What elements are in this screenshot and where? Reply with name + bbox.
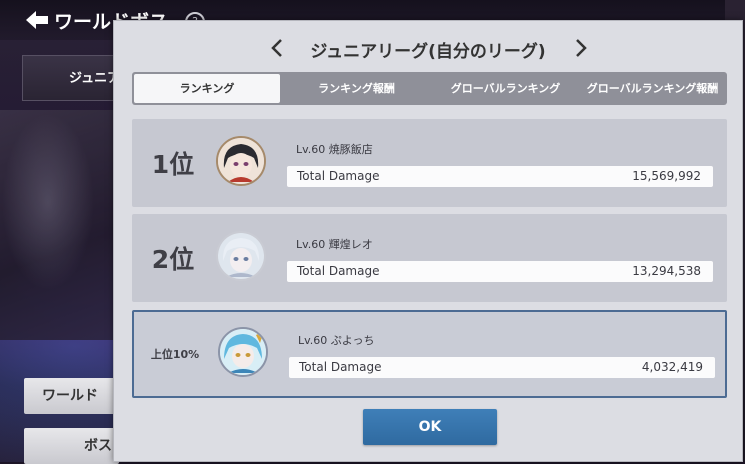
league-tab[interactable]: ジュニア bbox=[22, 55, 122, 101]
next-league-arrow-icon[interactable] bbox=[574, 38, 588, 58]
player-name: Lv.60 ぷよっち bbox=[298, 334, 375, 347]
damage-label: Total Damage bbox=[299, 360, 382, 374]
damage-label: Total Damage bbox=[297, 264, 380, 278]
tab-ranking-reward[interactable]: ランキング報酬 bbox=[280, 72, 433, 105]
avatar[interactable] bbox=[216, 231, 266, 281]
boss-button[interactable]: ボス bbox=[24, 428, 119, 464]
ranking-entry: 2位 Lv.60 輝煌レオ Total Damage 13,294,538 bbox=[132, 214, 727, 302]
avatar[interactable] bbox=[216, 136, 266, 186]
tab-global-ranking[interactable]: グローバルランキング bbox=[433, 72, 578, 105]
ranking-tabs: ランキング ランキング報酬 グローバルランキング グローバルランキング報酬 bbox=[132, 72, 727, 105]
rank-label: 上位10% bbox=[150, 348, 200, 361]
damage-bar: Total Damage 15,569,992 bbox=[287, 166, 713, 187]
player-name: Lv.60 焼豚飯店 bbox=[296, 143, 373, 156]
damage-value: 15,569,992 bbox=[632, 169, 701, 183]
back-arrow-icon[interactable] bbox=[24, 8, 50, 32]
ranking-entry: 1位 Lv.60 焼豚飯店 Total Damage 15,569,992 bbox=[132, 119, 727, 207]
modal-header: ジュニアリーグ(自分のリーグ) bbox=[114, 21, 742, 75]
previous-league-arrow-icon[interactable] bbox=[270, 38, 284, 58]
ok-button[interactable]: OK bbox=[363, 409, 497, 445]
damage-bar: Total Damage 13,294,538 bbox=[287, 261, 713, 282]
ranking-modal: ジュニアリーグ(自分のリーグ) ランキング ランキング報酬 グローバルランキング… bbox=[113, 20, 743, 462]
avatar[interactable] bbox=[218, 327, 268, 377]
damage-label: Total Damage bbox=[297, 169, 380, 183]
damage-value: 13,294,538 bbox=[632, 264, 701, 278]
tab-global-ranking-reward[interactable]: グローバルランキング報酬 bbox=[578, 72, 727, 105]
modal-title: ジュニアリーグ(自分のリーグ) bbox=[310, 42, 546, 62]
player-name: Lv.60 輝煌レオ bbox=[296, 238, 373, 251]
tab-ranking[interactable]: ランキング bbox=[134, 74, 280, 103]
damage-bar: Total Damage 4,032,419 bbox=[289, 357, 715, 378]
own-ranking-entry: 上位10% Lv.60 ぷよっち Total Damage 4,032,419 bbox=[132, 310, 727, 398]
rank-label: 1位 bbox=[151, 150, 195, 179]
world-button[interactable]: ワールド bbox=[24, 378, 119, 414]
rank-label: 2位 bbox=[151, 245, 195, 274]
damage-value: 4,032,419 bbox=[641, 360, 703, 374]
boss-illustration bbox=[0, 110, 120, 340]
